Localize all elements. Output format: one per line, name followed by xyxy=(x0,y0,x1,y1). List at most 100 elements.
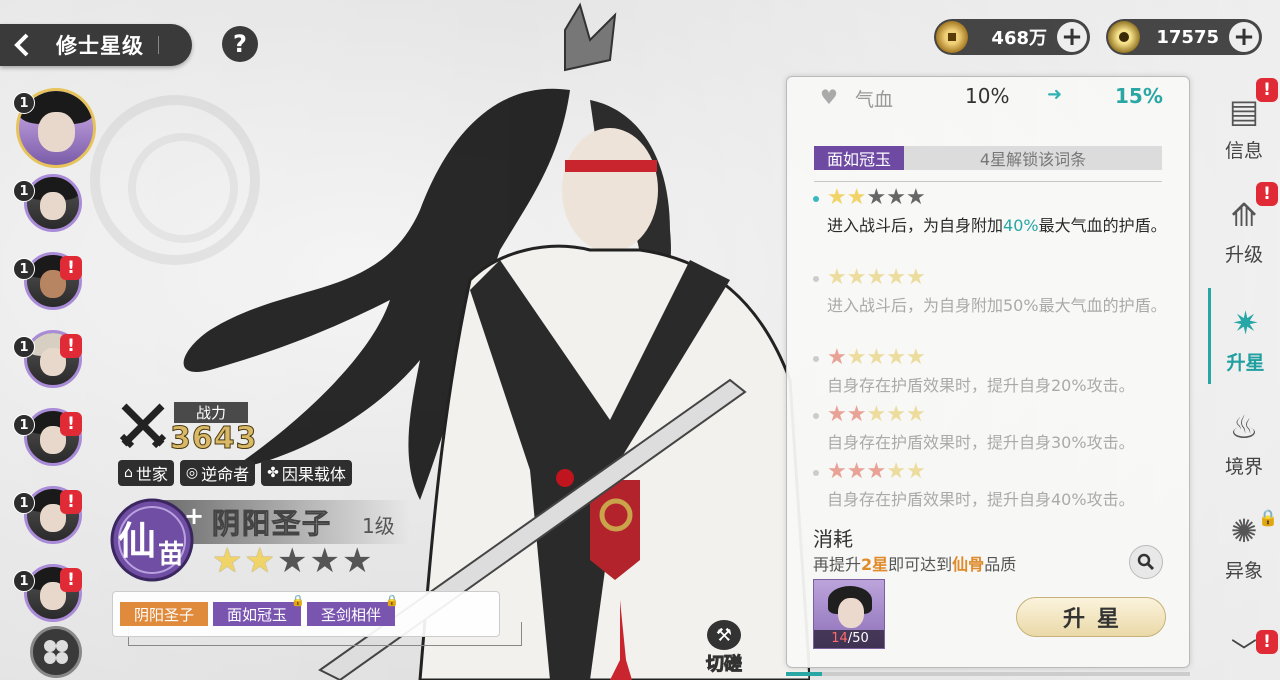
star-icon: ★ xyxy=(827,402,847,427)
level-badge: 1 xyxy=(13,492,35,514)
star-icon: ★ xyxy=(905,459,926,484)
lock-icon: 🔒 xyxy=(1258,508,1278,527)
character-crown xyxy=(564,2,617,72)
roster-item[interactable]: 1 ! xyxy=(8,250,98,320)
affix-tier: ★ ★ ★ ★ ★ 进入战斗后，为自身附加50%最大气血的护盾。 xyxy=(813,267,1173,327)
tier-description: 进入战斗后，为自身附加50%最大气血的护盾。 xyxy=(827,296,1167,315)
arrow-right-icon: ➜ xyxy=(1047,84,1063,105)
star-icon: ★ xyxy=(905,265,926,290)
roster-item[interactable]: 1 ! xyxy=(8,406,98,476)
roster-item[interactable]: 1 ! xyxy=(8,328,98,398)
panel-scrollbar[interactable] xyxy=(786,672,1190,676)
help-button[interactable]: ? xyxy=(222,26,258,62)
affix-tier: ★ ★ ★ ★ ★ 自身存在护盾效果时，提升自身30%攻击。 xyxy=(813,404,1173,452)
alert-badge: ! xyxy=(60,568,82,592)
skill-tag[interactable]: 阴阳圣子 xyxy=(120,602,208,626)
stat-row: ♥ 气血 10% ➜ 15% xyxy=(787,81,1189,111)
currency-copper: 468万 + xyxy=(934,19,1090,55)
heart-icon: ♥ xyxy=(820,85,838,109)
star-icon: ★ xyxy=(827,459,847,484)
material-shard-item[interactable]: 14/50 xyxy=(813,579,885,649)
star-icon: ★ xyxy=(244,541,275,581)
level-badge: 1 xyxy=(13,92,35,114)
nav-upgrade[interactable]: ⟰ 升级 ! xyxy=(1208,180,1280,276)
star-icon: ★ xyxy=(827,185,847,210)
crossed-swords-icon xyxy=(119,403,167,449)
back-button[interactable]: 修士星级 xyxy=(0,24,192,66)
roster-item[interactable]: 1 xyxy=(8,172,98,242)
alert-badge: ! xyxy=(60,490,82,514)
clan-icon: ⌂ xyxy=(124,465,133,481)
menu-button[interactable] xyxy=(30,626,82,678)
page-title: 修士星级 xyxy=(56,34,144,58)
star-sigil-icon: ✷ xyxy=(1232,304,1259,342)
star-icon: ★ xyxy=(886,265,906,290)
nav-realm[interactable]: ♨ 境界 xyxy=(1208,392,1280,488)
trait-tag[interactable]: ⌂ 世家 xyxy=(118,460,174,486)
star-icon: ★ xyxy=(886,345,906,370)
tier-dot xyxy=(813,413,819,419)
star-icon: ★ xyxy=(341,541,373,581)
upgrade-star-button[interactable]: 升星 xyxy=(1016,597,1166,637)
roster-item[interactable]: 1 ! xyxy=(8,484,98,554)
nav-phenomenon[interactable]: ✺ 异象 🔒 xyxy=(1208,496,1280,592)
gem-amount: 17575 xyxy=(1156,26,1219,48)
add-gem-button[interactable]: + xyxy=(1229,22,1259,52)
lock-icon: 🔒 xyxy=(291,594,305,607)
panel-scrollbar-thumb[interactable] xyxy=(786,672,822,676)
spirit-gem-icon xyxy=(1108,21,1140,53)
tier-description: 自身存在护盾效果时，提升自身40%攻击。 xyxy=(827,490,1135,509)
trait-tag[interactable]: ◎ 逆命者 xyxy=(179,460,256,486)
tier-dot xyxy=(813,276,819,282)
spar-button[interactable]: ⚒ 切磋 xyxy=(700,620,748,676)
star-icon: ★ xyxy=(846,185,867,210)
star-icon: ★ xyxy=(846,459,867,484)
lock-icon: 🔒 xyxy=(385,594,399,607)
roster-item[interactable]: 1 ! xyxy=(8,562,98,632)
tier-description: 自身存在护盾效果时，提升自身30%攻击。 xyxy=(827,433,1135,452)
skill-tag[interactable]: 面如冠玉 🔒 xyxy=(213,594,305,626)
magnifier-icon xyxy=(1137,553,1155,571)
title-divider xyxy=(158,36,159,54)
star-icon: ★ xyxy=(827,265,847,290)
star-icon: ★ xyxy=(276,541,308,581)
character-face xyxy=(562,128,658,252)
nav-label: 信息 xyxy=(1224,140,1263,162)
power-value: 3643 xyxy=(170,421,258,457)
add-copper-button[interactable]: + xyxy=(1057,22,1087,52)
spar-label: 切磋 xyxy=(706,654,743,676)
power-label: 战力 xyxy=(174,402,248,423)
material-count: 14/50 xyxy=(814,630,884,648)
level-badge: 1 xyxy=(13,180,35,202)
star-icon: ★ xyxy=(846,265,867,290)
tier-stars: ★ ★ ★ ★ ★ xyxy=(827,461,926,483)
trait-label: 世家 xyxy=(135,465,168,484)
clover-icon xyxy=(44,640,68,664)
star-icon: ★ xyxy=(846,402,867,427)
divider xyxy=(814,181,1162,182)
preview-button[interactable] xyxy=(1129,545,1163,579)
consume-hint: 再提升2星即可达到仙骨品质 xyxy=(813,555,1017,574)
tier-stars: ★ ★ ★ ★ ★ xyxy=(827,404,926,426)
star-icon: ★ xyxy=(827,345,847,370)
star-icon: ★ xyxy=(886,459,906,484)
star-icon: ★ xyxy=(212,541,243,581)
nav-star-up[interactable]: ✷ 升星 xyxy=(1208,288,1280,384)
star-detail-panel: ♥ 气血 10% ➜ 15% 面如冠玉 4星解锁该词条 ★ ★ ★ ★ ★ 进入战斗后，… xyxy=(786,76,1190,668)
trait-tag[interactable]: ✤ 因果载体 xyxy=(261,460,352,486)
nav-label: 升星 xyxy=(1226,352,1265,374)
chevron-down-icon[interactable]: ﹀ xyxy=(1228,640,1260,666)
character-name: 阴阳圣子 xyxy=(211,507,333,541)
copper-amount: 468万 xyxy=(991,28,1047,49)
roster-item[interactable]: 1 xyxy=(8,84,98,174)
grade-sub: 苗 xyxy=(158,540,185,570)
star-icon: ★ xyxy=(846,345,867,370)
stat-name: 气血 xyxy=(855,89,894,111)
nav-info[interactable]: ▤ 信息 ! xyxy=(1208,76,1280,172)
skill-tag[interactable]: 圣剑相伴 🔒 xyxy=(307,594,399,626)
alert-badge: ! xyxy=(1256,78,1278,102)
star-icon: ★ xyxy=(866,265,887,290)
grade-badge: 仙 苗 + xyxy=(110,494,206,584)
affix-tier: ★ ★ ★ ★ ★ 自身存在护盾效果时，提升自身20%攻击。 xyxy=(813,345,1173,395)
crossed-hammers-icon: ⚒ xyxy=(707,620,741,650)
